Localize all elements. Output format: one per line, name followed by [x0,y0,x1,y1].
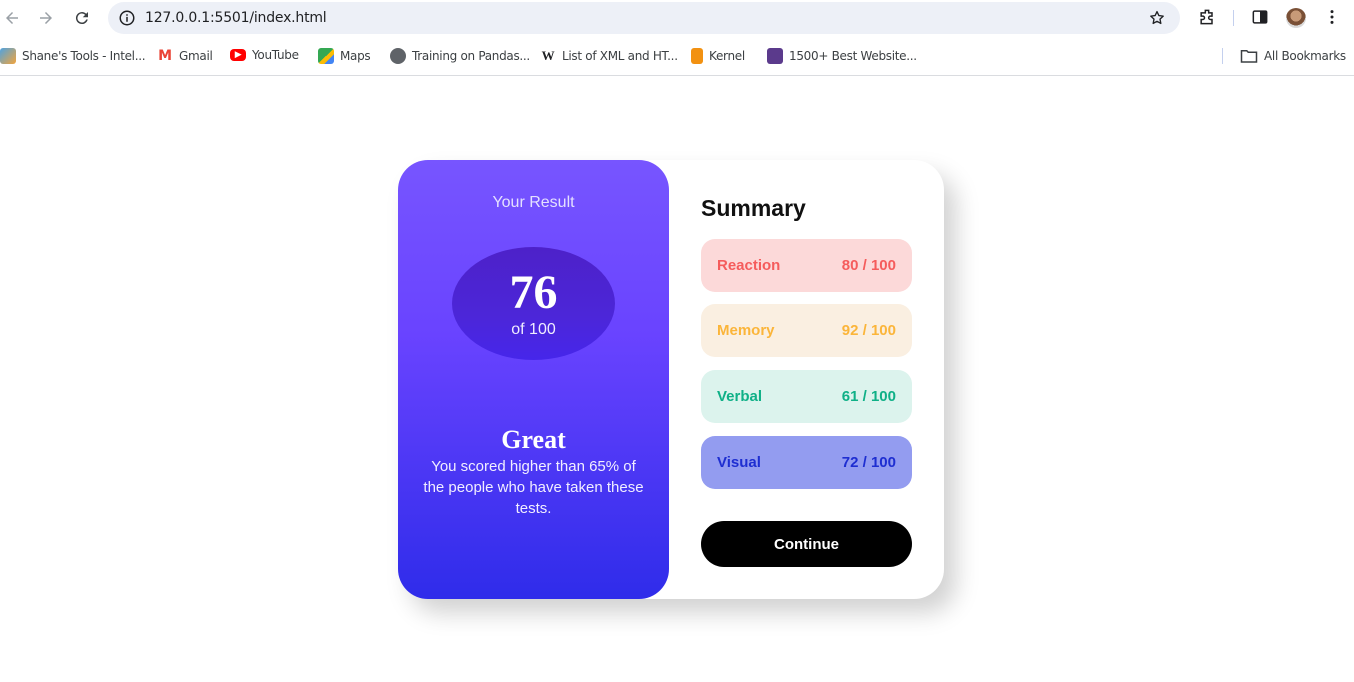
bookmark-item[interactable]: W List of XML and HT... [540,48,678,64]
back-icon[interactable] [0,6,24,30]
kernel-favicon [691,48,703,64]
summary-row-memory: Memory 92 / 100 [701,304,912,357]
folder-icon [1240,50,1258,63]
url-text[interactable]: 127.0.0.1:5501/index.html [145,10,327,26]
continue-button[interactable]: Continue [701,521,912,567]
gmail-favicon: M [158,48,172,64]
bookmarks-bar: Shane's Tools - Intel... M Gmail ▶ YouTu… [0,40,1354,70]
browser-toolbar: 127.0.0.1:5501/index.html [0,0,1354,36]
bookmark-item[interactable]: Shane's Tools - Intel... [0,48,146,64]
category-score: 61 / 100 [841,388,896,405]
tools-favicon [0,48,16,64]
globe-favicon [390,48,406,64]
summary-row-verbal: Verbal 61 / 100 [701,370,912,423]
category-score: 92 / 100 [841,322,896,339]
bookmarks-divider [1222,48,1223,64]
wikipedia-favicon: W [541,48,555,63]
category-label: Visual [717,454,761,471]
menu-icon[interactable] [1322,7,1342,27]
summary-row-visual: Visual 72 / 100 [701,436,912,489]
bookmark-item[interactable]: Maps [318,48,371,64]
summary-panel: Summary Reaction 80 / 100 Memory 92 / 10… [701,160,912,599]
site-favicon [767,48,783,64]
toolbar-divider [1233,10,1234,26]
results-card: Your Result 76 of 100 Great You scored h… [398,160,944,599]
category-score: 72 / 100 [841,454,896,471]
chrome-divider [0,75,1354,76]
profile-avatar[interactable] [1286,8,1306,28]
bookmark-item[interactable]: M Gmail [157,48,213,64]
reload-icon[interactable] [70,6,94,30]
summary-title: Summary [701,195,806,221]
bookmark-item[interactable]: Training on Pandas... [390,48,530,64]
maps-favicon [318,48,334,64]
forward-icon[interactable] [34,6,58,30]
all-bookmarks[interactable]: All Bookmarks [1240,48,1346,64]
result-panel: Your Result 76 of 100 Great You scored h… [398,160,669,599]
category-label: Memory [717,322,775,339]
result-title: Your Result [492,194,575,211]
score-out-of: of 100 [511,321,556,338]
category-label: Verbal [717,388,763,405]
category-score: 80 / 100 [841,257,896,274]
rating-description: You scored higher than 65% of the people… [423,458,644,517]
category-label: Reaction [717,257,781,274]
extensions-icon[interactable] [1197,7,1217,27]
side-panel-icon[interactable] [1250,7,1270,27]
address-bar[interactable]: 127.0.0.1:5501/index.html [108,2,1180,34]
bookmark-item[interactable]: Kernel [691,48,745,64]
bookmark-item[interactable]: 1500+ Best Website... [767,48,917,64]
star-icon[interactable] [1148,9,1166,27]
info-icon[interactable] [118,9,136,27]
rating-heading: Great [501,425,566,454]
youtube-favicon: ▶ [230,49,246,61]
score-value: 76 [509,266,558,319]
score-circle: 76 of 100 [452,247,615,360]
summary-row-reaction: Reaction 80 / 100 [701,239,912,292]
bookmark-item[interactable]: ▶ YouTube [230,48,299,62]
